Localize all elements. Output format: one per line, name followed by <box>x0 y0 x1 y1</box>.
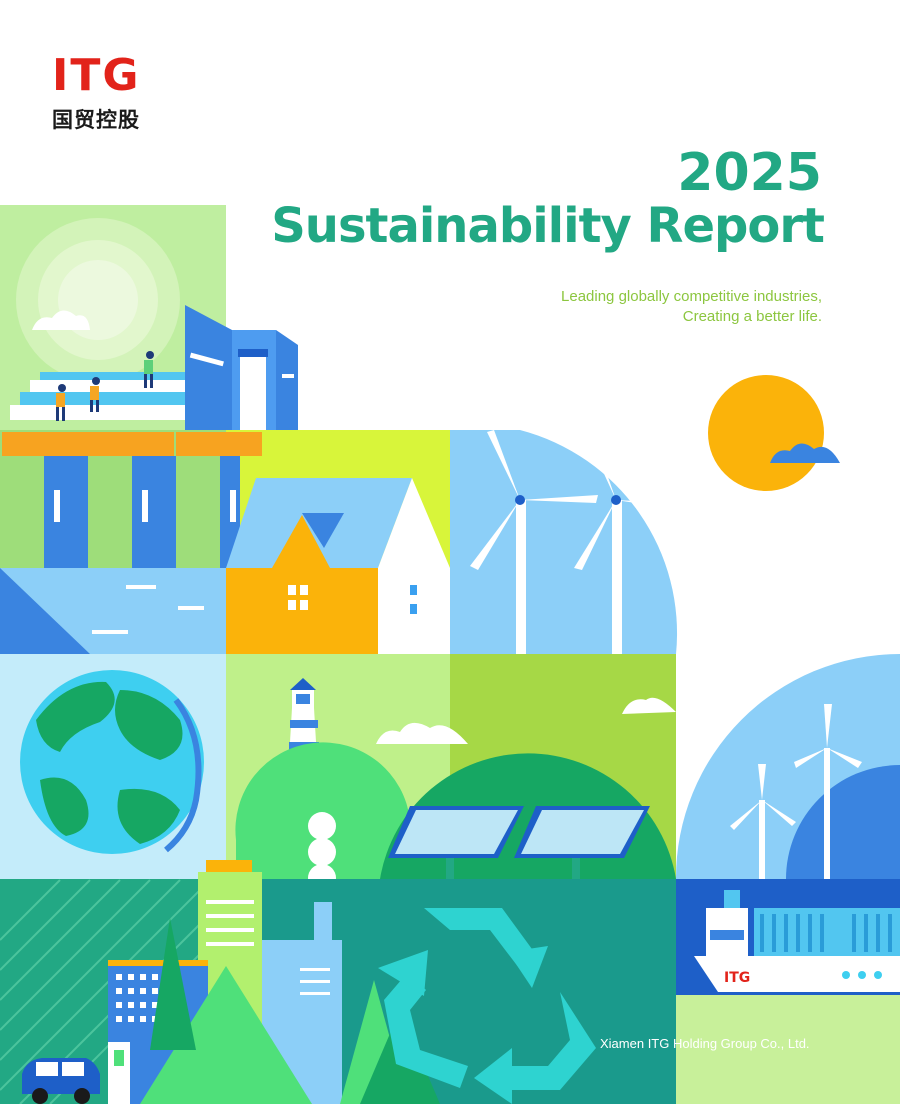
ship-logo-label: ITG <box>724 970 750 986</box>
logo-text: ITG <box>52 50 141 101</box>
tagline-line-1: Leading globally competitive industries, <box>561 288 822 305</box>
report-title: Sustainability Report <box>271 198 825 254</box>
itg-logo: ITG 国贸控股 <box>52 54 141 134</box>
logo-subtitle: 国贸控股 <box>52 108 140 132</box>
sun-graphic <box>708 375 824 491</box>
tagline-line-2: Creating a better life. <box>682 308 822 325</box>
tagline: Leading globally competitive industries,… <box>561 287 822 327</box>
report-year: 2025 <box>677 143 822 203</box>
company-name: Xiamen ITG Holding Group Co., Ltd. <box>600 1036 810 1051</box>
